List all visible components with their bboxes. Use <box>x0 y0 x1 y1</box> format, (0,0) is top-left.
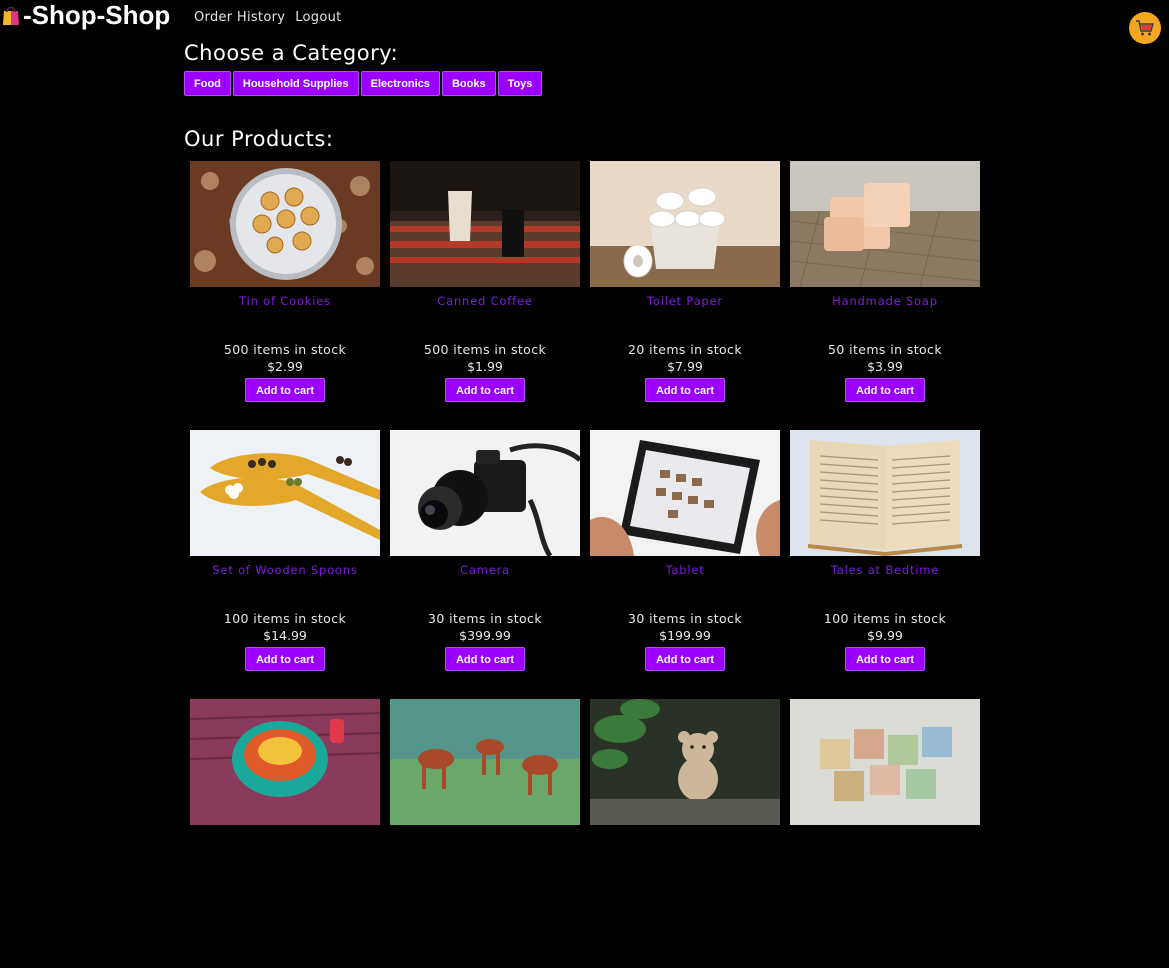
product-name-link[interactable]: Tales at Bedtime <box>785 563 985 603</box>
product-card: Camera 30 items in stock $399.99 Add to … <box>385 430 585 699</box>
product-card <box>585 699 785 968</box>
price-text: $7.99 <box>667 359 703 374</box>
top-nav: Order History Logout <box>194 10 342 25</box>
camera-photo[interactable] <box>390 430 580 556</box>
product-name-link[interactable]: Toilet Paper <box>585 294 785 334</box>
category-books-button[interactable]: Books <box>441 71 496 96</box>
shopping-bag-icon <box>0 4 22 26</box>
price-text: $9.99 <box>867 628 903 643</box>
price-text: $399.99 <box>459 628 511 643</box>
toilet-paper-photo[interactable] <box>590 161 780 287</box>
product-card: Tablet 30 items in stock $199.99 Add to … <box>585 430 785 699</box>
add-to-cart-button[interactable]: Add to cart <box>244 647 326 671</box>
alphabet-blocks-photo[interactable] <box>790 699 980 825</box>
toy-horses-photo[interactable] <box>390 699 580 825</box>
product-card: Tin of Cookies 500 items in stock $2.99 … <box>185 161 385 430</box>
products-heading: Our Products: <box>184 127 334 151</box>
price-text: $1.99 <box>467 359 503 374</box>
tablet-photo[interactable] <box>590 430 780 556</box>
product-card <box>185 699 385 968</box>
stock-text: 500 items in stock <box>223 342 347 357</box>
product-card <box>385 699 585 968</box>
book-photo[interactable] <box>790 430 980 556</box>
category-electronics-button[interactable]: Electronics <box>360 71 440 96</box>
add-to-cart-button[interactable]: Add to cart <box>444 647 526 671</box>
stock-text: 50 items in stock <box>828 342 942 357</box>
category-list: Food Household Supplies Electronics Book… <box>184 71 543 96</box>
add-to-cart-button[interactable]: Add to cart <box>444 378 526 402</box>
price-text: $199.99 <box>659 628 711 643</box>
product-card <box>785 699 985 968</box>
product-card: Handmade Soap 50 items in stock $3.99 Ad… <box>785 161 985 430</box>
product-card: Canned Coffee 500 items in stock $1.99 A… <box>385 161 585 430</box>
stock-text: 100 items in stock <box>223 611 347 626</box>
product-name-link[interactable] <box>785 832 985 872</box>
product-name-link[interactable]: Tin of Cookies <box>185 294 385 334</box>
product-name-link[interactable] <box>385 832 585 872</box>
spoons-photo[interactable] <box>190 430 380 556</box>
brand-title: -Shop-Shop <box>23 0 171 30</box>
product-card: Set of Wooden Spoons 100 items in stock … <box>185 430 385 699</box>
stock-text: 100 items in stock <box>823 611 947 626</box>
logout-link[interactable]: Logout <box>295 10 341 25</box>
teddy-bear-photo[interactable] <box>590 699 780 825</box>
product-name-link[interactable]: Handmade Soap <box>785 294 985 334</box>
category-food-button[interactable]: Food <box>184 71 231 96</box>
shopping-cart-icon <box>1136 20 1154 36</box>
price-text: $3.99 <box>867 359 903 374</box>
add-to-cart-button[interactable]: Add to cart <box>844 378 926 402</box>
product-name-link[interactable]: Canned Coffee <box>385 294 585 334</box>
spinning-top-photo[interactable] <box>190 699 380 825</box>
brand[interactable]: -Shop-Shop <box>0 0 170 30</box>
product-name-link[interactable]: Set of Wooden Spoons <box>185 563 385 603</box>
stock-text: 30 items in stock <box>428 611 542 626</box>
cart-button[interactable] <box>1129 12 1161 44</box>
product-grid: Tin of Cookies 500 items in stock $2.99 … <box>185 161 985 968</box>
product-card: Tales at Bedtime 100 items in stock $9.9… <box>785 430 985 699</box>
product-card: Toilet Paper 20 items in stock $7.99 Add… <box>585 161 785 430</box>
add-to-cart-button[interactable]: Add to cart <box>844 647 926 671</box>
category-toys-button[interactable]: Toys <box>497 71 543 96</box>
cookies-photo[interactable] <box>190 161 380 287</box>
price-text: $2.99 <box>267 359 303 374</box>
product-name-link[interactable] <box>585 832 785 872</box>
category-household-supplies-button[interactable]: Household Supplies <box>232 71 359 96</box>
product-name-link[interactable]: Camera <box>385 563 585 603</box>
add-to-cart-button[interactable]: Add to cart <box>644 647 726 671</box>
coffee-photo[interactable] <box>390 161 580 287</box>
order-history-link[interactable]: Order History <box>194 10 285 25</box>
price-text: $14.99 <box>263 628 307 643</box>
add-to-cart-button[interactable]: Add to cart <box>644 378 726 402</box>
soap-photo[interactable] <box>790 161 980 287</box>
product-name-link[interactable]: Tablet <box>585 563 785 603</box>
add-to-cart-button[interactable]: Add to cart <box>244 378 326 402</box>
stock-text: 30 items in stock <box>628 611 742 626</box>
stock-text: 500 items in stock <box>423 342 547 357</box>
stock-text: 20 items in stock <box>628 342 742 357</box>
product-name-link[interactable] <box>185 832 385 872</box>
category-heading: Choose a Category: <box>184 41 399 65</box>
